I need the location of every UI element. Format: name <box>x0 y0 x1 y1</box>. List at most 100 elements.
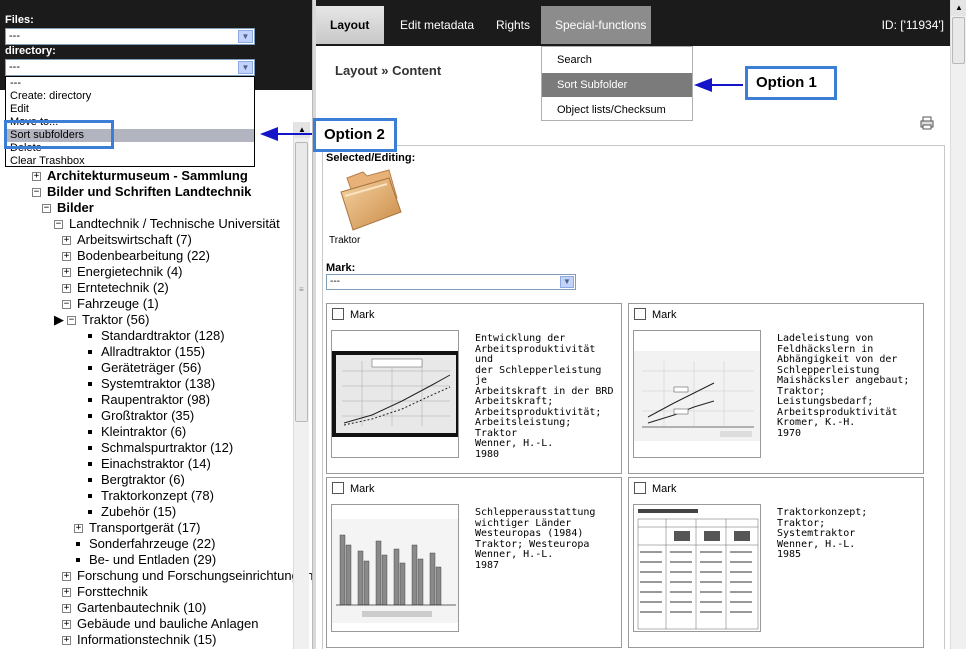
directory-select[interactable]: --- ▼ <box>5 59 255 76</box>
tree-item[interactable]: + Erntetechnik (2) <box>62 280 169 296</box>
directory-option[interactable]: Sort subfolders <box>6 129 254 142</box>
tree-item[interactable]: Zubehör (15) <box>86 504 176 520</box>
mark-checkbox[interactable] <box>332 308 344 320</box>
tree-item-label[interactable]: Informationstechnik (15) <box>77 632 216 648</box>
tree-item-label[interactable]: Gartenbautechnik (10) <box>77 600 206 616</box>
tree-item-label[interactable]: Standardtraktor (128) <box>101 328 225 344</box>
tree-item[interactable]: Sonderfahrzeuge (22) <box>74 536 215 552</box>
tree-item[interactable]: − Landtechnik / Technische Universität <box>54 216 280 232</box>
collapse-icon[interactable]: − <box>54 219 63 229</box>
tree-item-label[interactable]: Landtechnik / Technische Universität <box>69 216 280 232</box>
tree-item[interactable]: − Bilder und Schriften Landtechnik <box>32 184 251 200</box>
expand-icon[interactable]: + <box>62 603 71 613</box>
menu-item-sort-subfolder[interactable]: Sort Subfolder <box>542 73 692 97</box>
chevron-down-icon[interactable]: ▼ <box>238 30 253 43</box>
expand-icon[interactable]: + <box>62 251 71 261</box>
expand-icon[interactable]: + <box>62 571 71 581</box>
tree-item-label[interactable]: Bergtraktor (6) <box>101 472 185 488</box>
tree-item[interactable]: + Energietechnik (4) <box>62 264 183 280</box>
tree-item-label[interactable]: Raupentraktor (98) <box>101 392 210 408</box>
folder-icon[interactable] <box>333 168 405 234</box>
tree-item-label[interactable]: Bilder <box>57 200 94 216</box>
object-thumbnail[interactable] <box>331 504 459 632</box>
left-scrollbar[interactable]: ▲ ≡ <box>293 122 310 649</box>
object-thumbnail[interactable] <box>331 330 459 458</box>
collapse-icon[interactable]: − <box>62 299 71 309</box>
tree-item[interactable]: Raupentraktor (98) <box>86 392 210 408</box>
collapse-icon[interactable]: − <box>67 315 76 325</box>
mark-select[interactable]: --- ▼ <box>326 274 576 290</box>
directory-option[interactable]: Clear Trashbox <box>6 155 254 168</box>
mark-checkbox[interactable] <box>634 308 646 320</box>
tree-item[interactable]: Kleintraktor (6) <box>86 424 186 440</box>
expand-icon[interactable]: + <box>62 635 71 645</box>
menu-item-search[interactable]: Search <box>542 48 692 72</box>
tree-item[interactable]: Geräteträger (56) <box>86 360 201 376</box>
directory-option[interactable]: --- <box>6 77 254 90</box>
expand-icon[interactable]: + <box>32 171 41 181</box>
tree-item-label[interactable]: Gebäude und bauliche Anlagen <box>77 616 258 632</box>
tree-item-label[interactable]: Energietechnik (4) <box>77 264 183 280</box>
expand-icon[interactable]: + <box>62 235 71 245</box>
directory-option[interactable]: Create: directory <box>6 90 254 103</box>
tab-layout[interactable]: Layout <box>316 6 384 44</box>
object-thumbnail[interactable] <box>633 330 761 458</box>
mark-checkbox[interactable] <box>634 482 646 494</box>
scroll-up-icon[interactable]: ▲ <box>294 122 310 138</box>
directory-option[interactable]: Move to... <box>6 116 254 129</box>
object-thumbnail[interactable] <box>633 504 761 632</box>
chevron-down-icon[interactable]: ▼ <box>560 276 574 288</box>
tree-item-label[interactable]: Architekturmuseum - Sammlung <box>47 168 248 184</box>
tree-item[interactable]: − Fahrzeuge (1) <box>62 296 159 312</box>
collapse-icon[interactable]: − <box>42 203 51 213</box>
tree-item-label[interactable]: Transportgerät (17) <box>89 520 201 536</box>
tree-item-label[interactable]: Systemtraktor (138) <box>101 376 215 392</box>
tree-item-label[interactable]: Einachstraktor (14) <box>101 456 211 472</box>
tree-item[interactable]: Traktorkonzept (78) <box>86 488 214 504</box>
chevron-down-icon[interactable]: ▼ <box>238 61 253 74</box>
tree-item[interactable]: Systemtraktor (138) <box>86 376 215 392</box>
tree-item-label[interactable]: Erntetechnik (2) <box>77 280 169 296</box>
tab-rights[interactable]: Rights <box>482 6 544 44</box>
tree-item-label[interactable]: Sonderfahrzeuge (22) <box>89 536 215 552</box>
tree-item[interactable]: + Gebäude und bauliche Anlagen <box>62 616 258 632</box>
tree-item[interactable]: + Gartenbautechnik (10) <box>62 600 206 616</box>
expand-icon[interactable]: + <box>62 587 71 597</box>
tab-edit-metadata[interactable]: Edit metadata <box>386 6 488 44</box>
tree-item-label[interactable]: Allradtraktor (155) <box>101 344 205 360</box>
tree-item-label[interactable]: Kleintraktor (6) <box>101 424 186 440</box>
directory-option[interactable]: Delete <box>6 142 254 155</box>
tree-item-label[interactable]: Forschung und Forschungseinrichtungen <box>77 568 312 584</box>
tree-item[interactable]: + Informationstechnik (15) <box>62 632 216 648</box>
tree-item[interactable]: ▶ − Traktor (56) <box>54 312 149 328</box>
tree-item[interactable]: Einachstraktor (14) <box>86 456 211 472</box>
right-scrollbar-thumb[interactable] <box>952 17 965 64</box>
tree-item-label[interactable]: Be- und Entladen (29) <box>89 552 216 568</box>
tree-item[interactable]: + Bodenbearbeitung (22) <box>62 248 210 264</box>
tree-item-label[interactable]: Bodenbearbeitung (22) <box>77 248 210 264</box>
tree-item-label[interactable]: Traktorkonzept (78) <box>101 488 214 504</box>
tree-item-label[interactable]: Fahrzeuge (1) <box>77 296 159 312</box>
expand-icon[interactable]: + <box>62 283 71 293</box>
tree-item-label[interactable]: Forsttechnik <box>77 584 148 600</box>
print-icon[interactable] <box>920 116 934 130</box>
tree-item[interactable]: Be- und Entladen (29) <box>74 552 216 568</box>
tree-item-label[interactable]: Zubehör (15) <box>101 504 176 520</box>
tree-item[interactable]: Bergtraktor (6) <box>86 472 185 488</box>
tree-item[interactable]: Standardtraktor (128) <box>86 328 225 344</box>
tree-item[interactable]: + Arbeitswirtschaft (7) <box>62 232 192 248</box>
tree-item-label[interactable]: Großtraktor (35) <box>101 408 194 424</box>
tree-item-label[interactable]: Bilder und Schriften Landtechnik <box>47 184 251 200</box>
expand-icon[interactable]: + <box>74 523 83 533</box>
scroll-up-icon[interactable]: ▲ <box>951 0 966 16</box>
tree-item[interactable]: Schmalspurtraktor (12) <box>86 440 233 456</box>
tree-item-label[interactable]: Traktor (56) <box>82 312 149 328</box>
tree-item[interactable]: + Forsttechnik <box>62 584 148 600</box>
expand-icon[interactable]: + <box>62 619 71 629</box>
directory-option[interactable]: Edit <box>6 103 254 116</box>
tree-item-label[interactable]: Arbeitswirtschaft (7) <box>77 232 192 248</box>
files-select[interactable]: --- ▼ <box>5 28 255 45</box>
tree-item[interactable]: + Transportgerät (17) <box>74 520 201 536</box>
left-scrollbar-thumb[interactable]: ≡ <box>295 142 308 422</box>
mark-checkbox[interactable] <box>332 482 344 494</box>
